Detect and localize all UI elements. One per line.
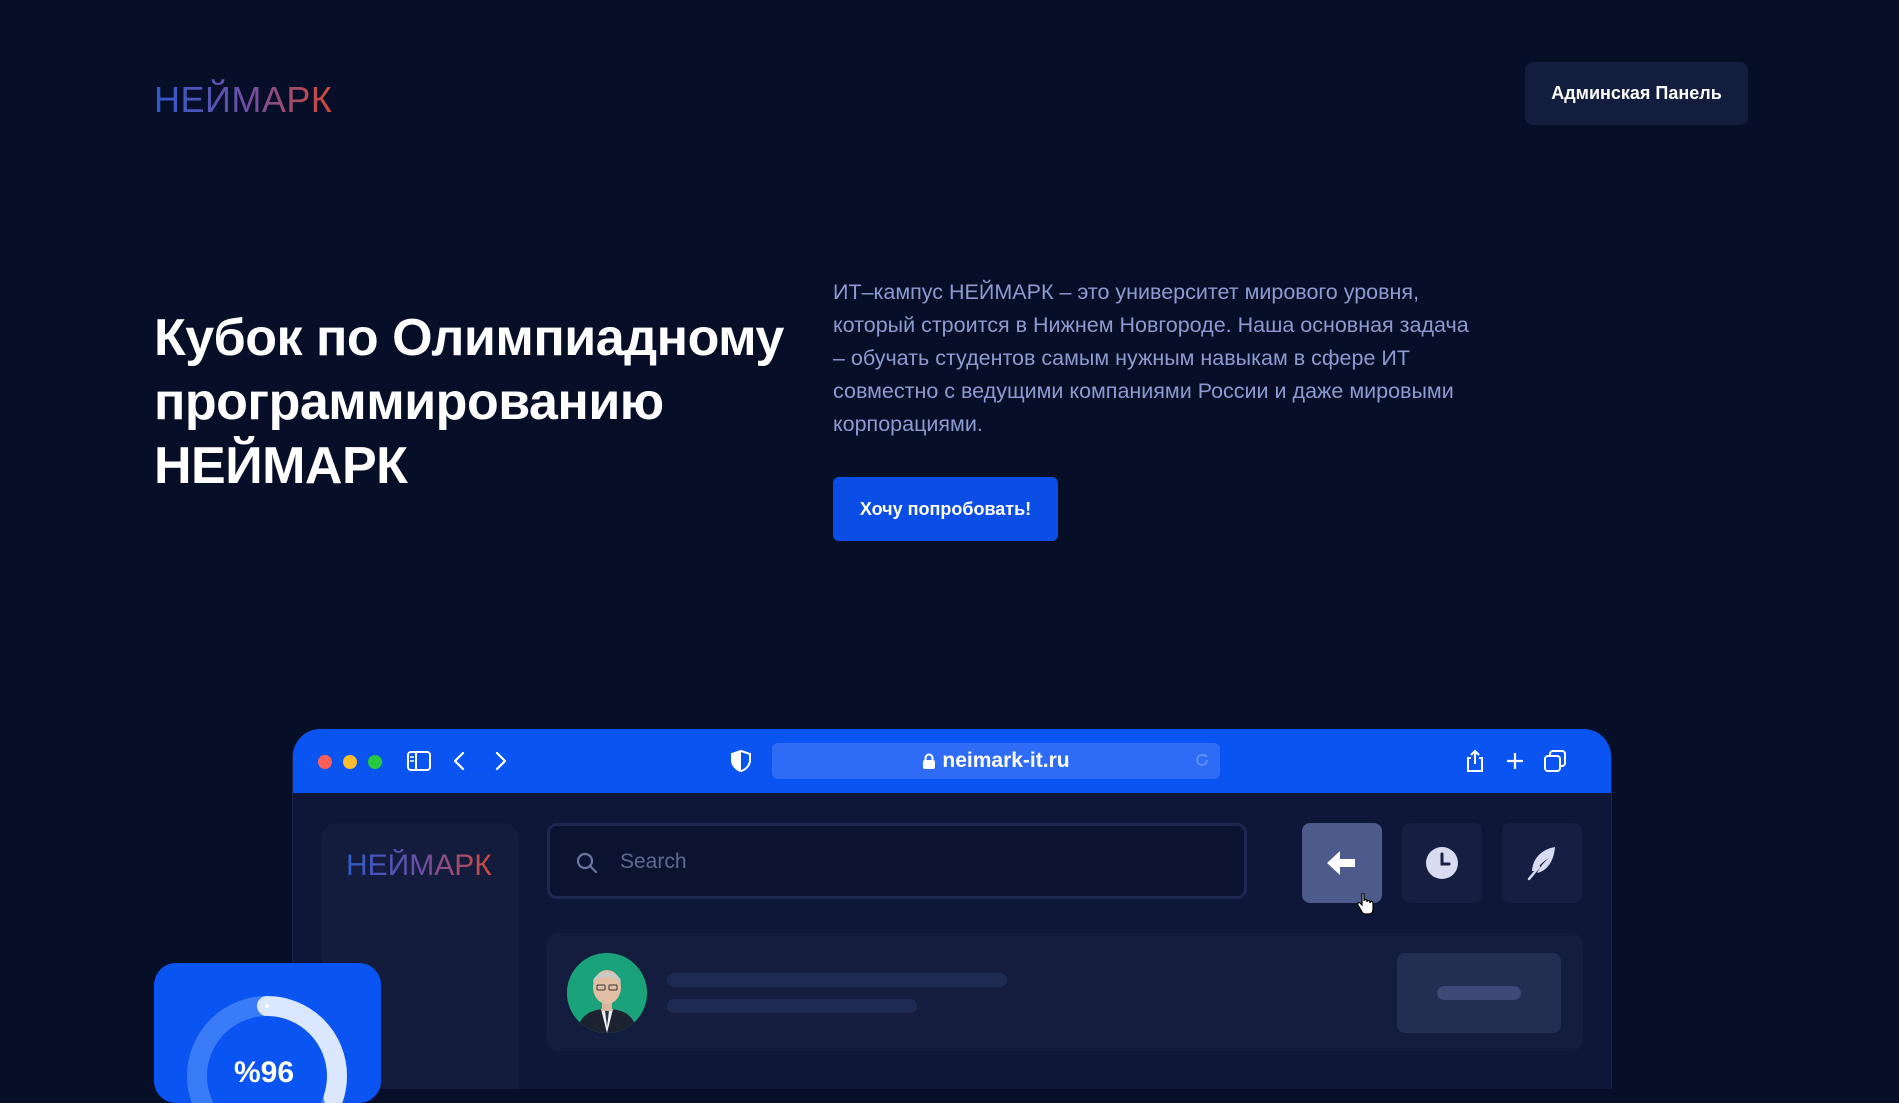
try-button[interactable]: Хочу попробовать!	[833, 477, 1058, 541]
hero-title: Кубок по Олимпиадному программированию Н…	[154, 309, 784, 495]
button-placeholder	[1437, 986, 1521, 1000]
search-placeholder: Search	[620, 850, 687, 873]
feather-button[interactable]	[1502, 823, 1582, 903]
lock-icon	[922, 753, 936, 769]
browser-mockup: neimark-it.ru НЕЙМАРК Search	[292, 729, 1612, 1089]
logo[interactable]: НЕЙМАРК	[154, 78, 332, 122]
browser-toolbar: neimark-it.ru	[293, 729, 1611, 793]
cursor-hand-icon	[1356, 893, 1374, 915]
plus-icon[interactable]	[1501, 747, 1529, 775]
close-dot[interactable]	[318, 755, 332, 769]
arrow-left-icon	[1327, 850, 1357, 876]
forward-icon[interactable]	[487, 747, 515, 775]
arrow-left-button[interactable]	[1302, 823, 1382, 915]
url-text: neimark-it.ru	[942, 749, 1070, 772]
search-icon	[576, 852, 598, 874]
placeholder-line	[667, 999, 917, 1013]
stat-value: %96	[234, 1056, 295, 1089]
tabs-icon[interactable]	[1541, 747, 1569, 775]
clock-button[interactable]	[1402, 823, 1482, 903]
placeholder-line	[667, 973, 1007, 987]
progress-dot	[265, 1004, 269, 1008]
feather-icon	[1527, 845, 1557, 881]
shield-icon[interactable]	[727, 747, 755, 775]
hero-description: ИТ–кампус НЕЙМАРК – это университет миро…	[833, 280, 1469, 436]
share-icon[interactable]	[1461, 747, 1489, 775]
back-icon[interactable]	[445, 747, 473, 775]
clock-icon	[1425, 846, 1459, 880]
stat-widget: %96	[154, 963, 381, 1103]
admin-panel-button[interactable]: Админская Панель	[1525, 62, 1748, 125]
sidebar-toggle-icon[interactable]	[405, 747, 433, 775]
url-bar[interactable]: neimark-it.ru	[772, 743, 1220, 779]
minimize-dot[interactable]	[343, 755, 357, 769]
avatar	[567, 953, 647, 1033]
list-item[interactable]	[547, 933, 1583, 1051]
reload-icon[interactable]	[1194, 752, 1210, 768]
maximize-dot[interactable]	[368, 755, 382, 769]
card-action-button[interactable]	[1397, 953, 1561, 1033]
search-input[interactable]: Search	[547, 823, 1247, 899]
inner-logo[interactable]: НЕЙМАРК	[346, 849, 492, 883]
